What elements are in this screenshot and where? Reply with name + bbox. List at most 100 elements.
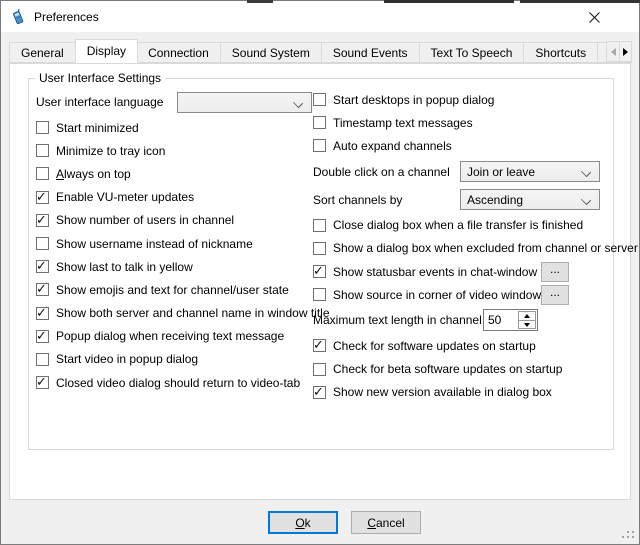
sort-channels-label: Sort channels by [313,193,460,207]
checkbox[interactable] [313,242,326,255]
max-text-length-row: Maximum text length in channel list 50 [313,306,619,334]
tab-sound-events[interactable]: Sound Events [322,42,420,63]
checkbox[interactable] [36,191,49,204]
tab-shortcuts[interactable]: Shortcuts [524,42,598,63]
max-text-length-label: Maximum text length in channel list [313,313,483,327]
checkbox-row[interactable]: Start video in popup dialog [36,348,312,371]
display-tab-page: User Interface Settings User interface l… [9,63,631,500]
background-window-artifact [520,0,640,3]
right-column: Start desktops in popup dialog Timestamp… [313,88,619,404]
checkbox-row[interactable]: Auto expand channels [313,134,619,157]
checkbox[interactable] [36,121,49,134]
cancel-button[interactable]: Cancel [351,511,421,534]
checkbox-row[interactable]: Show emojis and text for channel/user st… [36,278,312,301]
tab-bar: General Display Connection Sound System … [9,39,632,63]
spinner-value[interactable]: 50 [484,310,517,330]
checkbox-label: Enable VU-meter updates [56,190,194,204]
app-icon [10,9,26,25]
statusbar-events-row[interactable]: Show statusbar events in chat-window ... [313,260,619,283]
checkbox[interactable] [313,219,326,232]
checkbox-label: Auto expand channels [333,139,452,153]
chevron-down-icon [581,195,591,205]
checkbox-row[interactable]: Check for beta software updates on start… [313,358,619,381]
checkbox[interactable] [313,93,326,106]
double-click-combobox[interactable]: Join or leave [460,161,600,182]
tab-sound-system[interactable]: Sound System [221,42,322,63]
cancel-button-label: Cancel [367,516,404,530]
checkbox[interactable] [36,144,49,157]
checkbox-label: Close dialog box when a file transfer is… [333,218,583,232]
checkbox[interactable] [36,330,49,343]
checkbox-row[interactable]: Always on top [36,162,312,185]
checkbox-label: Timestamp text messages [333,116,473,130]
checkbox[interactable] [313,339,326,352]
checkbox-label: Check for beta software updates on start… [333,362,562,376]
spin-down-icon[interactable] [519,320,535,329]
checkbox-row[interactable]: Show number of users in channel [36,209,312,232]
checkbox-row[interactable]: Closed video dialog should return to vid… [36,371,312,394]
video-source-more-button[interactable]: ... [541,285,569,305]
title-bar[interactable]: Preferences [1,1,639,32]
language-combobox[interactable] [177,92,312,113]
checkbox-label: Show emojis and text for channel/user st… [56,283,289,297]
checkbox[interactable] [36,376,49,389]
checkbox-label: Minimize to tray icon [56,144,165,158]
checkbox-row[interactable]: Popup dialog when receiving text message [36,325,312,348]
checkbox-row[interactable]: Show username instead of nickname [36,232,312,255]
double-click-label: Double click on a channel [313,165,460,179]
checkbox[interactable] [313,386,326,399]
tab-text-to-speech[interactable]: Text To Speech [420,42,525,63]
checkbox-label: Start video in popup dialog [56,352,198,366]
checkbox[interactable] [36,307,49,320]
statusbar-more-button[interactable]: ... [541,262,569,282]
checkbox-label: Show a dialog box when excluded from cha… [333,241,638,255]
checkbox-label: Check for software updates on startup [333,339,536,353]
close-icon[interactable] [582,6,606,28]
checkbox-row[interactable]: Show last to talk in yellow [36,255,312,278]
checkbox[interactable] [36,167,49,180]
video-source-row[interactable]: Show source in corner of video window ..… [313,283,619,306]
checkbox-row[interactable]: Minimize to tray icon [36,139,312,162]
tab-general[interactable]: General [9,42,76,63]
ok-button-label: Ok [295,516,310,530]
checkbox[interactable] [313,288,326,301]
checkbox-label: Show source in corner of video window [333,288,541,302]
checkbox-row[interactable]: Start desktops in popup dialog [313,88,619,111]
checkbox[interactable] [36,214,49,227]
checkbox-row[interactable]: Start minimized [36,116,312,139]
checkbox[interactable] [313,139,326,152]
background-window-artifact [384,0,514,3]
ok-button[interactable]: Ok [268,511,338,534]
chevron-down-icon [581,167,591,177]
resize-grip[interactable] [621,526,634,539]
tab-connection[interactable]: Connection [137,42,221,63]
tab-scroll-right-icon[interactable] [619,41,632,62]
checkbox-label: Show number of users in channel [56,213,234,227]
checkbox[interactable] [36,237,49,250]
chevron-down-icon [293,97,303,107]
checkbox[interactable] [36,353,49,366]
checkbox-row[interactable]: Show new version available in dialog box [313,381,619,404]
checkbox-row[interactable]: Show both server and channel name in win… [36,302,312,325]
tab-display[interactable]: Display [75,39,138,63]
language-row: User interface language [36,88,312,116]
checkbox-row[interactable]: Timestamp text messages [313,111,619,134]
max-text-length-spinner[interactable]: 50 [483,309,538,331]
sort-channels-combobox[interactable]: Ascending [460,189,600,210]
checkbox-label: Always on top [56,167,131,181]
checkbox-label: Show last to talk in yellow [56,260,193,274]
spin-up-icon[interactable] [519,312,535,320]
checkbox[interactable] [313,265,326,278]
sort-channels-row: Sort channels by Ascending [313,186,619,214]
left-column: User interface language Start minimized … [36,88,312,394]
checkbox[interactable] [313,116,326,129]
checkbox[interactable] [313,363,326,376]
checkbox-row[interactable]: Check for software updates on startup [313,334,619,357]
spinner-buttons[interactable] [518,311,536,329]
checkbox-row[interactable]: Show a dialog box when excluded from cha… [313,237,619,260]
checkbox-row[interactable]: Close dialog box when a file transfer is… [313,214,619,237]
checkbox[interactable] [36,283,49,296]
checkbox-label: Start minimized [56,121,139,135]
checkbox[interactable] [36,260,49,273]
checkbox-row[interactable]: Enable VU-meter updates [36,186,312,209]
